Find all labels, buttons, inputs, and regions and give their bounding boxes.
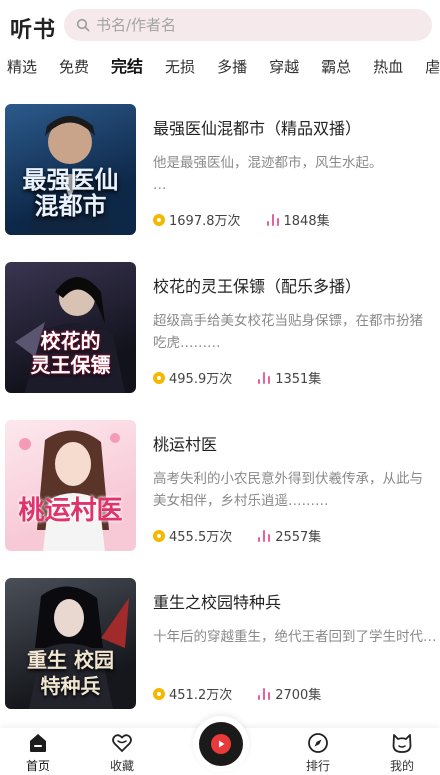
- tab-wusun[interactable]: 无损: [165, 50, 195, 84]
- book-cover[interactable]: 最强医仙 混都市: [5, 104, 136, 235]
- tab-nuexin[interactable]: 虐心: [425, 50, 440, 84]
- heart-icon: [112, 734, 132, 753]
- book-stats: 451.2万次 2700集: [153, 684, 347, 703]
- compass-icon: [308, 733, 328, 753]
- book-stats: 455.5万次 2557集: [153, 526, 347, 545]
- play-count-value: 495.9万次: [169, 372, 233, 387]
- app: 听书 精选免费完结无损多播穿越霸总热血虐心 最强医仙 混都市: [0, 0, 440, 775]
- book-title[interactable]: 桃运村医: [153, 431, 217, 455]
- play-count: 1697.8万次: [153, 210, 241, 229]
- episode-count-value: 2700集: [275, 688, 322, 703]
- book-description: 他是最强医仙，混迹都市，风生水起。 …: [153, 155, 383, 193]
- book-item[interactable]: 重生 校园 特种兵 重生之校园特种兵 十年后的穿越重生，绝代王者回到了学生时代……: [0, 564, 440, 709]
- book-cover[interactable]: 校花的 灵王保镖: [5, 262, 136, 393]
- tab-jingxuan[interactable]: 精选: [7, 50, 37, 84]
- nav-favorites[interactable]: 收藏: [92, 732, 152, 774]
- play-count-value: 1697.8万次: [169, 214, 241, 229]
- book-item[interactable]: 最强医仙 混都市 最强医仙混都市（精品双播） 他是最强医仙，混迹都市，风生水起。…: [0, 90, 440, 235]
- tab-rexue[interactable]: 热血: [373, 50, 403, 84]
- book-stats: 495.9万次 1351集: [153, 368, 347, 387]
- cover-illustration: [19, 430, 120, 551]
- search-icon: [76, 18, 90, 32]
- home-icon: [30, 734, 46, 752]
- episode-count: 2700集: [258, 684, 321, 703]
- episode-count: 1351集: [258, 368, 321, 387]
- coin-icon: [153, 213, 165, 226]
- play-count-value: 455.5万次: [169, 530, 233, 545]
- audio-bars-icon: [258, 371, 271, 384]
- book-stats: 1697.8万次 1848集: [153, 210, 356, 229]
- coin-icon: [153, 687, 165, 700]
- nav-ranking[interactable]: 排行: [288, 732, 348, 774]
- book-cover[interactable]: 桃运村医: [5, 420, 136, 551]
- nav-ranking-label: 排行: [305, 759, 330, 773]
- play-count: 451.2万次: [153, 684, 232, 703]
- header: 听书: [0, 0, 440, 50]
- cover-title: 重生 校园 特种兵: [27, 648, 114, 698]
- app-title: 听书: [10, 18, 57, 43]
- book-item[interactable]: 桃运村医 桃运村医 高考失利的小农民意外得到伏羲传承，从此与美女相伴，乡村乐逍遥…: [0, 406, 440, 551]
- nav-home-label: 首页: [25, 759, 50, 773]
- play-count: 455.5万次: [153, 526, 232, 545]
- player-button[interactable]: [193, 716, 249, 772]
- cover-title: 校花的 灵王保镖: [30, 329, 111, 377]
- play-count: 495.9万次: [153, 368, 232, 387]
- category-tabs: 精选免费完结无损多播穿越霸总热血虐心: [0, 50, 440, 86]
- episode-count-value: 1848集: [283, 214, 330, 229]
- disc-play-icon: [199, 722, 243, 766]
- play-count-value: 451.2万次: [169, 688, 233, 703]
- episode-count-value: 2557集: [275, 530, 322, 545]
- book-item[interactable]: 校花的 灵王保镖 校花的灵王保镖（配乐多播） 超级高手给美女校花当贴身保镖，在都…: [0, 248, 440, 393]
- audio-bars-icon: [258, 687, 271, 700]
- book-description: 超级高手给美女校花当贴身保镖，在都市扮猪吃虎………: [153, 313, 423, 351]
- cover-title: 桃运村医: [18, 496, 123, 526]
- episode-count-value: 1351集: [275, 372, 322, 387]
- book-cover[interactable]: 重生 校园 特种兵: [5, 578, 136, 709]
- nav-mine[interactable]: 我的: [372, 732, 432, 774]
- book-title[interactable]: 最强医仙混都市（精品双播）: [153, 115, 361, 139]
- audio-bars-icon: [258, 529, 271, 542]
- book-title[interactable]: 重生之校园特种兵: [153, 589, 281, 613]
- coin-icon: [153, 529, 165, 542]
- tab-wanjie[interactable]: 完结: [111, 50, 143, 84]
- cat-face-icon: [392, 734, 412, 753]
- nav-favorites-label: 收藏: [109, 759, 134, 773]
- episode-count: 2557集: [258, 526, 321, 545]
- search-input[interactable]: [96, 16, 376, 34]
- nav-home[interactable]: 首页: [8, 732, 68, 774]
- search-bar[interactable]: [64, 9, 432, 41]
- audio-bars-icon: [266, 213, 279, 226]
- book-description: 高考失利的小农民意外得到伏羲传承，从此与美女相伴，乡村乐逍遥………: [153, 471, 423, 509]
- book-description: 十年后的穿越重生，绝代王者回到了学生时代……: [153, 629, 435, 645]
- tab-bazong[interactable]: 霸总: [321, 50, 351, 84]
- nav-mine-label: 我的: [389, 759, 414, 773]
- play-icon: [211, 734, 231, 754]
- cover-title: 最强医仙 混都市: [22, 165, 119, 220]
- tab-mianfei[interactable]: 免费: [59, 50, 89, 84]
- coin-icon: [153, 371, 165, 384]
- tab-duobo[interactable]: 多播: [217, 50, 247, 84]
- book-title[interactable]: 校花的灵王保镖（配乐多播）: [153, 273, 361, 297]
- episode-count: 1848集: [266, 210, 330, 229]
- tab-chuanyue[interactable]: 穿越: [269, 50, 299, 84]
